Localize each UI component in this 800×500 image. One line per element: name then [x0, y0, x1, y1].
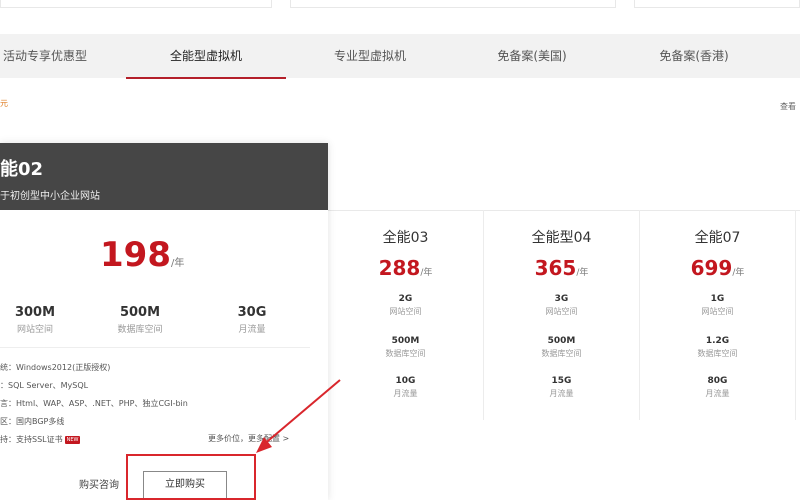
annotation-arrow-icon	[256, 379, 341, 453]
